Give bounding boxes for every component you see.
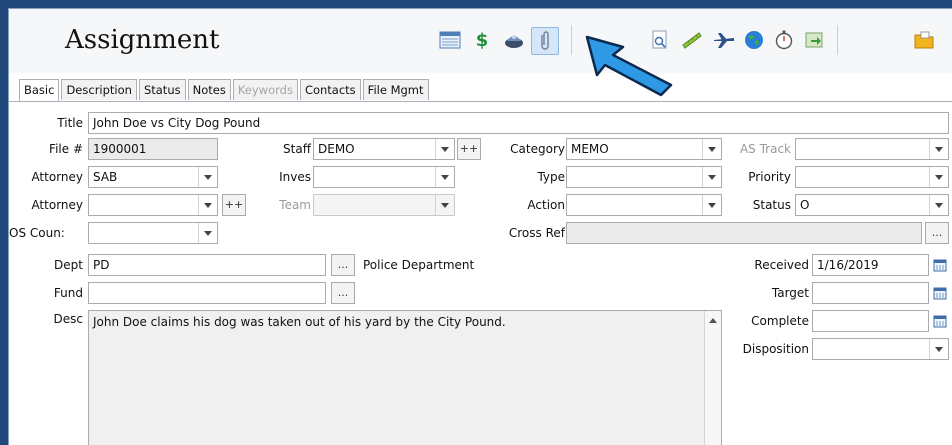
chevron-down-icon — [435, 195, 454, 215]
attorney-value: SAB — [93, 170, 118, 184]
dept-browse-button[interactable]: ... — [331, 254, 355, 276]
status-select[interactable]: O — [795, 194, 949, 216]
received-input[interactable]: 1/16/2019 — [812, 254, 929, 276]
as-track-select[interactable] — [795, 138, 949, 160]
as-track-label: AS Track — [739, 142, 791, 156]
staff-select[interactable]: DEMO — [313, 138, 455, 160]
category-value: MEMO — [571, 142, 609, 156]
export-icon[interactable] — [801, 27, 827, 53]
stopwatch-icon[interactable] — [771, 27, 797, 53]
staff-value: DEMO — [318, 142, 355, 156]
chevron-down-icon[interactable] — [435, 139, 454, 159]
team-label: Team — [279, 198, 311, 212]
chevron-down-icon[interactable] — [435, 167, 454, 187]
tab-description[interactable]: Description — [61, 79, 137, 100]
priority-select[interactable] — [795, 166, 949, 188]
tab-basic[interactable]: Basic — [19, 79, 60, 102]
dollar-icon[interactable]: $ — [469, 27, 495, 53]
chevron-down-icon[interactable] — [702, 167, 721, 187]
os-counsel-label: OS Coun: — [9, 226, 65, 240]
type-select[interactable] — [566, 166, 722, 188]
received-label: Received — [754, 258, 809, 272]
category-label: Category — [510, 142, 565, 156]
priority-label: Priority — [748, 170, 791, 184]
os-counsel-select[interactable] — [88, 222, 218, 244]
attorney-2-label: Attorney — [31, 198, 83, 212]
header-bar: Assignment $ — [9, 9, 952, 97]
fund-browse-button[interactable]: ... — [331, 282, 355, 304]
chevron-down-icon[interactable] — [929, 339, 948, 359]
chevron-down-icon[interactable] — [198, 195, 217, 215]
chevron-down-icon[interactable] — [702, 195, 721, 215]
title-input[interactable]: John Doe vs City Dog Pound — [88, 112, 949, 134]
dept-name: Police Department — [363, 258, 475, 272]
file-number-field: 1900001 — [88, 138, 218, 160]
target-label: Target — [771, 286, 809, 300]
chevron-down-icon[interactable] — [929, 195, 948, 215]
folder-icon[interactable] — [911, 27, 937, 53]
chevron-down-icon[interactable] — [929, 167, 948, 187]
list-view-icon[interactable] — [437, 27, 463, 53]
category-select[interactable]: MEMO — [566, 138, 722, 160]
page-title: Assignment — [65, 25, 220, 55]
action-select[interactable] — [566, 194, 722, 216]
cross-ref-field — [566, 222, 922, 244]
cross-ref-label: Cross Ref — [508, 226, 565, 240]
attorney-2-select[interactable] — [88, 194, 218, 216]
airplane-icon[interactable] — [711, 27, 737, 53]
desc-textarea[interactable]: John Doe claims his dog was taken out of… — [88, 310, 722, 445]
calendar-icon[interactable] — [931, 255, 949, 275]
file-number-label: File # — [49, 142, 83, 156]
ruler-icon[interactable] — [679, 27, 705, 53]
complete-label: Complete — [751, 314, 809, 328]
globe-icon[interactable] — [741, 27, 767, 53]
desc-scrollbar[interactable] — [704, 311, 721, 445]
target-input[interactable] — [812, 282, 929, 304]
add-staff-button[interactable]: ++ — [457, 138, 481, 160]
basic-tab-panel: Title John Doe vs City Dog Pound File # … — [9, 101, 952, 445]
status-label: Status — [752, 198, 791, 212]
complete-input[interactable] — [812, 310, 929, 332]
dept-input[interactable]: PD — [88, 254, 326, 276]
chevron-down-icon[interactable] — [198, 167, 217, 187]
type-label: Type — [537, 170, 565, 184]
staff-label: Staff — [283, 142, 311, 156]
pointer-arrow-icon — [585, 35, 673, 97]
title-label: Title — [57, 116, 83, 130]
add-attorney-button[interactable]: ++ — [222, 194, 246, 216]
tab-status[interactable]: Status — [138, 79, 186, 100]
tab-notes[interactable]: Notes — [187, 79, 231, 100]
disposition-label: Disposition — [742, 342, 809, 356]
chevron-down-icon[interactable] — [198, 223, 217, 243]
toolbar-divider — [571, 25, 572, 55]
tab-contacts[interactable]: Contacts — [299, 79, 361, 100]
tab-bar: Basic Description Status Notes Keywords … — [19, 79, 431, 102]
action-label: Action — [527, 198, 565, 212]
toolbar-divider — [837, 25, 838, 55]
paperclip-icon[interactable] — [531, 27, 559, 55]
status-value: O — [800, 198, 810, 212]
fund-label: Fund — [53, 286, 83, 300]
dept-label: Dept — [54, 258, 83, 272]
attorney-label: Attorney — [31, 170, 83, 184]
team-select — [313, 194, 455, 216]
calendar-icon[interactable] — [931, 311, 949, 331]
fund-input[interactable] — [88, 282, 326, 304]
inves-select[interactable] — [313, 166, 455, 188]
tab-keywords: Keywords — [232, 79, 298, 100]
chevron-down-icon[interactable] — [929, 139, 948, 159]
desc-text: John Doe claims his dog was taken out of… — [93, 315, 506, 329]
cap-icon[interactable] — [501, 27, 527, 53]
cross-ref-browse-button[interactable]: ... — [925, 222, 949, 244]
disposition-select[interactable] — [812, 338, 949, 360]
inves-label: Inves — [279, 170, 311, 184]
calendar-icon[interactable] — [931, 283, 949, 303]
desc-label: Desc — [53, 312, 83, 326]
tab-file-mgmt[interactable]: File Mgmt — [362, 79, 429, 100]
assignment-window: Assignment $ Basic Description Status No… — [8, 8, 952, 445]
svg-text:$: $ — [476, 30, 489, 51]
attorney-select[interactable]: SAB — [88, 166, 218, 188]
chevron-down-icon[interactable] — [702, 139, 721, 159]
